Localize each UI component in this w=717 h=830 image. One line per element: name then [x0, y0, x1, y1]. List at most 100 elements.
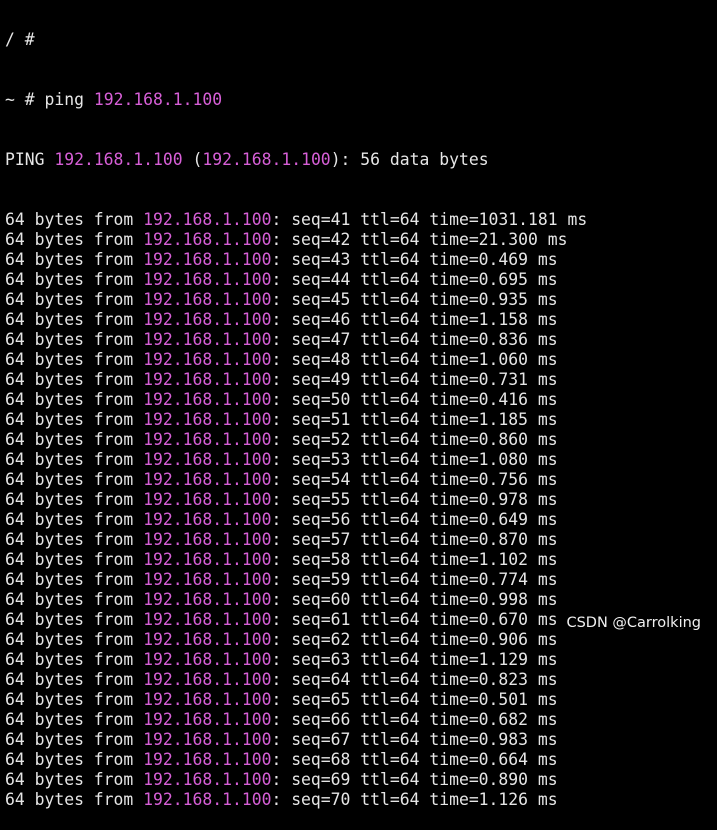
reply-details: : seq=50 ttl=64 time=0.416 ms: [271, 390, 558, 409]
reply-details: : seq=61 ttl=64 time=0.670 ms: [271, 610, 558, 629]
reply-details: : seq=59 ttl=64 time=0.774 ms: [271, 570, 558, 589]
reply-prefix: 64 bytes from: [5, 330, 144, 349]
reply-details: : seq=58 ttl=64 time=1.102 ms: [271, 550, 558, 569]
ping-reply-line: 64 bytes from 192.168.1.100: seq=70 ttl=…: [5, 790, 717, 810]
reply-ip: 192.168.1.100: [143, 590, 272, 609]
ping-header-line: PING 192.168.1.100 (192.168.1.100): 56 d…: [5, 150, 717, 170]
reply-prefix: 64 bytes from: [5, 790, 144, 809]
reply-prefix: 64 bytes from: [5, 350, 144, 369]
reply-ip: 192.168.1.100: [143, 290, 272, 309]
reply-prefix: 64 bytes from: [5, 610, 144, 629]
reply-ip: 192.168.1.100: [143, 430, 272, 449]
reply-ip: 192.168.1.100: [143, 390, 272, 409]
reply-details: : seq=64 ttl=64 time=0.823 ms: [271, 670, 558, 689]
ping-reply-line: 64 bytes from 192.168.1.100: seq=43 ttl=…: [5, 250, 717, 270]
command-target-ip: 192.168.1.100: [93, 90, 223, 109]
reply-prefix: 64 bytes from: [5, 390, 144, 409]
reply-prefix: 64 bytes from: [5, 630, 144, 649]
ping-reply-line: 64 bytes from 192.168.1.100: seq=55 ttl=…: [5, 490, 717, 510]
reply-details: : seq=45 ttl=64 time=0.935 ms: [271, 290, 558, 309]
reply-details: : seq=43 ttl=64 time=0.469 ms: [271, 250, 558, 269]
reply-ip: 192.168.1.100: [143, 510, 272, 529]
reply-prefix: 64 bytes from: [5, 550, 144, 569]
ping-reply-line: 64 bytes from 192.168.1.100: seq=56 ttl=…: [5, 510, 717, 530]
reply-details: : seq=60 ttl=64 time=0.998 ms: [271, 590, 558, 609]
reply-ip: 192.168.1.100: [143, 650, 272, 669]
reply-details: : seq=54 ttl=64 time=0.756 ms: [271, 470, 558, 489]
reply-prefix: 64 bytes from: [5, 690, 144, 709]
reply-ip: 192.168.1.100: [143, 490, 272, 509]
reply-ip: 192.168.1.100: [143, 450, 272, 469]
reply-prefix: 64 bytes from: [5, 470, 144, 489]
ping-reply-line: 64 bytes from 192.168.1.100: seq=50 ttl=…: [5, 390, 717, 410]
reply-ip: 192.168.1.100: [143, 790, 272, 809]
ping-reply-line: 64 bytes from 192.168.1.100: seq=66 ttl=…: [5, 710, 717, 730]
reply-details: : seq=42 ttl=64 time=21.300 ms: [271, 230, 568, 249]
ping-reply-list: 64 bytes from 192.168.1.100: seq=41 ttl=…: [5, 210, 717, 810]
shell-prompt: ~ #: [5, 90, 45, 109]
reply-prefix: 64 bytes from: [5, 450, 144, 469]
ping-reply-line: 64 bytes from 192.168.1.100: seq=67 ttl=…: [5, 730, 717, 750]
ping-header-ip: 192.168.1.100: [202, 150, 331, 169]
terminal-partial-line: / #: [5, 30, 717, 50]
reply-prefix: 64 bytes from: [5, 490, 144, 509]
reply-prefix: 64 bytes from: [5, 530, 144, 549]
reply-prefix: 64 bytes from: [5, 510, 144, 529]
reply-prefix: 64 bytes from: [5, 310, 144, 329]
ping-reply-line: 64 bytes from 192.168.1.100: seq=52 ttl=…: [5, 430, 717, 450]
reply-ip: 192.168.1.100: [143, 250, 272, 269]
reply-ip: 192.168.1.100: [143, 350, 272, 369]
reply-details: : seq=69 ttl=64 time=0.890 ms: [271, 770, 558, 789]
reply-details: : seq=44 ttl=64 time=0.695 ms: [271, 270, 558, 289]
reply-details: : seq=53 ttl=64 time=1.080 ms: [271, 450, 558, 469]
reply-details: : seq=51 ttl=64 time=1.185 ms: [271, 410, 558, 429]
ping-reply-line: 64 bytes from 192.168.1.100: seq=62 ttl=…: [5, 630, 717, 650]
reply-prefix: 64 bytes from: [5, 750, 144, 769]
reply-prefix: 64 bytes from: [5, 590, 144, 609]
ping-header-suffix: ): 56 data bytes: [330, 150, 489, 169]
ping-reply-line: 64 bytes from 192.168.1.100: seq=41 ttl=…: [5, 210, 717, 230]
ping-reply-line: 64 bytes from 192.168.1.100: seq=65 ttl=…: [5, 690, 717, 710]
ping-reply-line: 64 bytes from 192.168.1.100: seq=58 ttl=…: [5, 550, 717, 570]
reply-ip: 192.168.1.100: [143, 370, 272, 389]
reply-details: : seq=65 ttl=64 time=0.501 ms: [271, 690, 558, 709]
reply-ip: 192.168.1.100: [143, 410, 272, 429]
reply-details: : seq=55 ttl=64 time=0.978 ms: [271, 490, 558, 509]
reply-details: : seq=67 ttl=64 time=0.983 ms: [271, 730, 558, 749]
reply-ip: 192.168.1.100: [143, 550, 272, 569]
reply-prefix: 64 bytes from: [5, 410, 144, 429]
reply-prefix: 64 bytes from: [5, 290, 144, 309]
command-line: ~ # ping 192.168.1.100: [5, 90, 717, 110]
command-text: ping: [44, 90, 84, 109]
ping-reply-line: 64 bytes from 192.168.1.100: seq=49 ttl=…: [5, 370, 717, 390]
reply-ip: 192.168.1.100: [143, 330, 272, 349]
reply-prefix: 64 bytes from: [5, 250, 144, 269]
reply-details: : seq=41 ttl=64 time=1031.181 ms: [271, 210, 588, 229]
reply-prefix: 64 bytes from: [5, 230, 144, 249]
reply-ip: 192.168.1.100: [143, 770, 272, 789]
reply-ip: 192.168.1.100: [143, 230, 272, 249]
reply-prefix: 64 bytes from: [5, 650, 144, 669]
reply-prefix: 64 bytes from: [5, 570, 144, 589]
ping-reply-line: 64 bytes from 192.168.1.100: seq=57 ttl=…: [5, 530, 717, 550]
reply-details: : seq=63 ttl=64 time=1.129 ms: [271, 650, 558, 669]
ping-reply-line: 64 bytes from 192.168.1.100: seq=47 ttl=…: [5, 330, 717, 350]
reply-details: : seq=66 ttl=64 time=0.682 ms: [271, 710, 558, 729]
partial-prompt-text: / #: [5, 30, 35, 49]
reply-ip: 192.168.1.100: [143, 730, 272, 749]
ping-reply-line: 64 bytes from 192.168.1.100: seq=64 ttl=…: [5, 670, 717, 690]
ping-header-host: 192.168.1.100: [54, 150, 183, 169]
ping-reply-line: 64 bytes from 192.168.1.100: seq=60 ttl=…: [5, 590, 717, 610]
reply-ip: 192.168.1.100: [143, 210, 272, 229]
ping-reply-line: 64 bytes from 192.168.1.100: seq=68 ttl=…: [5, 750, 717, 770]
ping-reply-line: 64 bytes from 192.168.1.100: seq=54 ttl=…: [5, 470, 717, 490]
ping-reply-line: 64 bytes from 192.168.1.100: seq=48 ttl=…: [5, 350, 717, 370]
reply-details: : seq=56 ttl=64 time=0.649 ms: [271, 510, 558, 529]
reply-ip: 192.168.1.100: [143, 710, 272, 729]
reply-prefix: 64 bytes from: [5, 370, 144, 389]
reply-details: : seq=70 ttl=64 time=1.126 ms: [271, 790, 558, 809]
ping-header-prefix: PING: [5, 150, 55, 169]
terminal-window[interactable]: / # ~ # ping 192.168.1.100 PING 192.168.…: [0, 0, 717, 809]
reply-ip: 192.168.1.100: [143, 570, 272, 589]
reply-details: : seq=57 ttl=64 time=0.870 ms: [271, 530, 558, 549]
